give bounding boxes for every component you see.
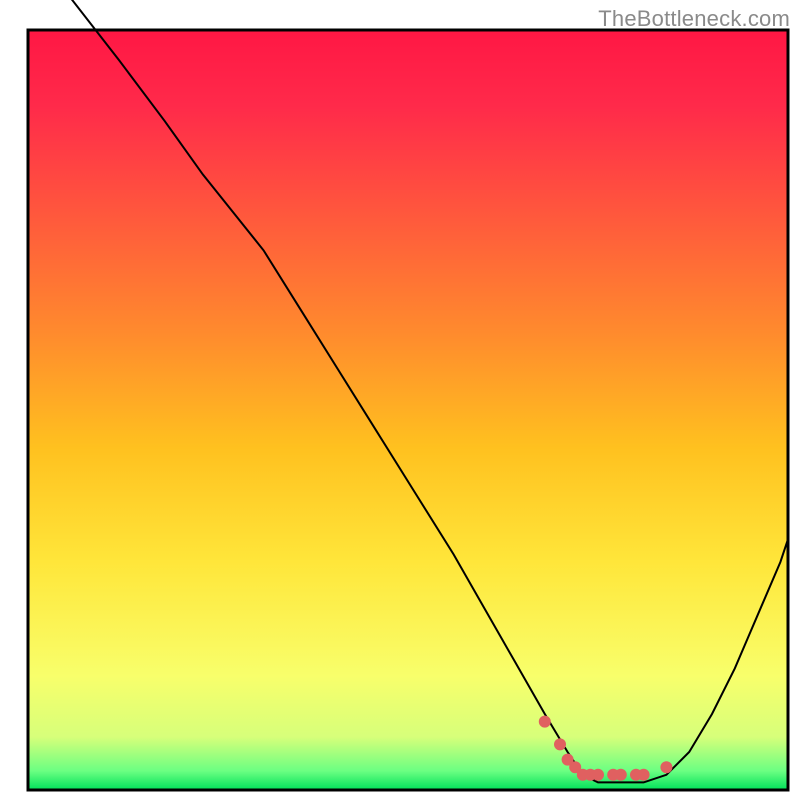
highlight-dot [539,716,551,728]
gradient-background [28,30,788,790]
highlight-dot [615,769,627,781]
highlight-dot [592,769,604,781]
highlight-dot [660,761,672,773]
chart-container: { "watermark": "TheBottleneck.com", "cha… [0,0,800,800]
highlight-dot [554,738,566,750]
watermark-text: TheBottleneck.com [598,6,790,32]
highlight-dot [638,769,650,781]
chart-svg [0,0,800,800]
